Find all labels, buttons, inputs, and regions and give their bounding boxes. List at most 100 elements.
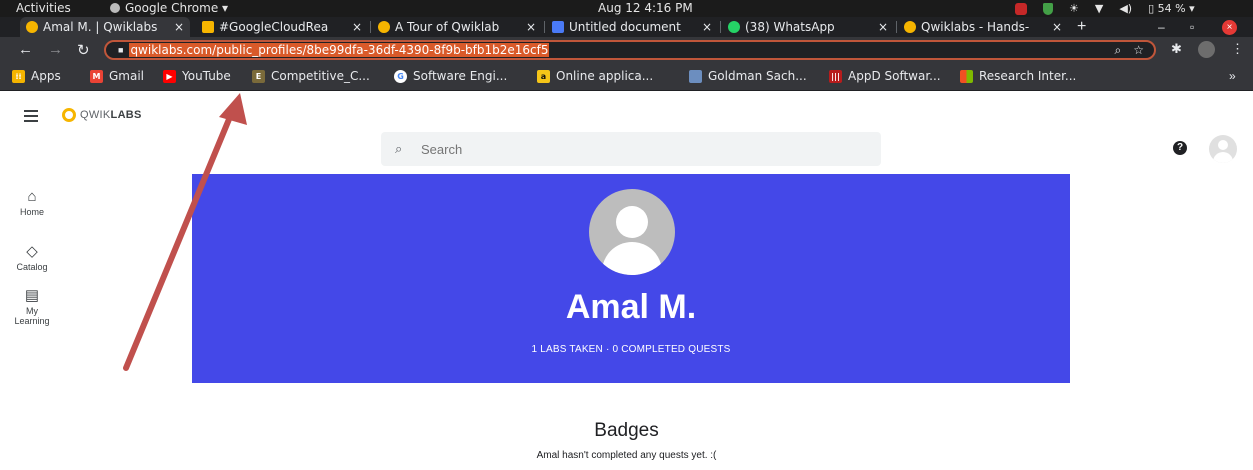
rail-item-catalog[interactable]: ◇ Catalog [0, 242, 64, 272]
lock-icon[interactable]: ■ [118, 45, 123, 55]
bookmark-online-applications[interactable]: a Online applica... [537, 69, 653, 83]
tab-separator [720, 21, 721, 33]
bookmark-label: Software Engi... [413, 69, 508, 83]
navigation-bar: ← → ↻ ■ qwiklabs.com/public_profiles/8be… [0, 37, 1253, 63]
bookmark-appd-software[interactable]: ||| AppD Softwar... [829, 69, 941, 83]
bookmark-research-internship[interactable]: Research Inter... [960, 69, 1076, 83]
search-icon: ⌕ [395, 141, 403, 156]
close-icon[interactable]: × [526, 20, 536, 34]
badges-heading: Badges [594, 420, 659, 441]
close-window-button[interactable]: × [1222, 20, 1237, 35]
tab-separator [370, 21, 371, 33]
profile-avatar[interactable] [1198, 41, 1215, 58]
bookmark-label: Research Inter... [979, 69, 1077, 83]
activities-button[interactable]: Activities [16, 1, 71, 15]
extensions-puzzle-icon[interactable]: ✱ [1171, 41, 1182, 57]
tab-strip: Amal M. | Qwiklabs × #GoogleCloudRea × A… [0, 17, 1253, 37]
qwiklabs-icon [26, 21, 38, 33]
bookmark-label: Online applica... [556, 69, 654, 83]
tab-tour-of-qwiklabs[interactable]: A Tour of Qwiklab × [372, 17, 542, 37]
profile-avatar [589, 189, 675, 275]
tab-title: Untitled document [569, 20, 681, 34]
wifi-icon: ▼ [1094, 2, 1104, 15]
bookmark-competitive[interactable]: E Competitive_C... [252, 69, 370, 83]
minimize-window-button[interactable]: – [1158, 17, 1165, 37]
my-learning-icon: ▤ [24, 287, 40, 304]
bookmark-youtube[interactable]: ▶ YouTube [163, 69, 231, 83]
help-icon[interactable]: ? [1173, 141, 1187, 155]
qwiklabs-logo-mark-icon [62, 108, 76, 122]
tab-qwiklabs-hands-on[interactable]: Qwiklabs - Hands- × [898, 17, 1068, 37]
shield-extension-icon[interactable] [1043, 2, 1053, 15]
system-tray[interactable]: ☀ ▼ ◀) ▯ 54 % ▾ [1015, 2, 1195, 15]
avatar-head [616, 206, 648, 238]
home-icon: ⌂ [27, 188, 37, 205]
bookmark-label: Apps [31, 69, 61, 83]
tab-untitled-document[interactable]: Untitled document × [546, 17, 718, 37]
chrome-menu-icon[interactable]: ⋮ [1231, 41, 1244, 57]
notification-app-icon[interactable] [1015, 2, 1027, 15]
close-icon[interactable]: × [1052, 20, 1062, 34]
google-icon: G [394, 69, 407, 83]
chrome-icon [110, 3, 120, 13]
new-tab-button[interactable]: + [1077, 17, 1086, 37]
bookmark-goldman-sachs[interactable]: Goldman Sach... [689, 69, 807, 83]
bookmark-label: Competitive_C... [271, 69, 370, 83]
address-bar[interactable]: ■ qwiklabs.com/public_profiles/8be99dfa-… [104, 40, 1156, 60]
microsoft-icon [960, 69, 973, 83]
forward-arrow-icon[interactable]: → [48, 41, 63, 58]
tab-googlecloudrea[interactable]: #GoogleCloudRea × [196, 17, 368, 37]
bookmark-apps[interactable]: ⁞⁞ Apps [12, 69, 61, 83]
clock[interactable]: Aug 12 4:16 PM [598, 1, 693, 15]
close-icon[interactable]: × [174, 20, 184, 34]
bookmark-label: Goldman Sach... [708, 69, 807, 83]
close-icon[interactable]: × [702, 20, 712, 34]
back-arrow-icon[interactable]: ← [18, 41, 33, 58]
profile-name: Amal M. [565, 288, 697, 326]
avatar-body [1213, 152, 1233, 163]
doc-icon [689, 69, 702, 83]
bookmark-gmail[interactable]: M Gmail [90, 69, 144, 83]
rail-item-label: Catalog [16, 262, 48, 272]
site-search-box[interactable]: ⌕ [381, 132, 881, 166]
search-input[interactable] [421, 140, 841, 158]
screen: Activities Google Chrome ▾ Aug 12 4:16 P… [0, 0, 1253, 470]
bookmark-label: YouTube [182, 69, 231, 83]
bookmark-software-engineer[interactable]: G Software Engi... [394, 69, 507, 83]
apps-grid-icon: ⁞⁞ [12, 69, 25, 83]
tab-title: #GoogleCloudRea [219, 20, 329, 34]
bookmark-icon: E [252, 69, 265, 83]
bookmark-star-icon[interactable]: ☆ [1133, 42, 1144, 58]
gmail-icon: M [90, 69, 103, 83]
rail-item-label: My Learning [14, 306, 50, 326]
close-icon[interactable]: × [352, 20, 362, 34]
account-avatar[interactable] [1209, 135, 1237, 163]
address-url[interactable]: qwiklabs.com/public_profiles/8be99dfa-36… [129, 43, 550, 57]
zoom-icon[interactable]: ⌕ [1115, 42, 1122, 58]
os-top-bar: Activities Google Chrome ▾ Aug 12 4:16 P… [0, 0, 1253, 17]
bookmark-label: AppD Softwar... [848, 69, 941, 83]
tab-whatsapp[interactable]: (38) WhatsApp × [722, 17, 894, 37]
hamburger-menu-icon[interactable] [24, 110, 38, 124]
rail-item-my-learning[interactable]: ▤ My Learning [0, 286, 64, 326]
badges-empty-message: Amal hasn't completed any quests yet. :( [536, 450, 717, 461]
battery-label: 54 % ▾ [1157, 2, 1195, 15]
tab-title: A Tour of Qwiklab [395, 20, 500, 34]
restore-window-button[interactable]: ▫ [1190, 17, 1194, 37]
tab-amal-qwiklabs[interactable]: Amal M. | Qwiklabs × [20, 17, 190, 37]
tab-title: (38) WhatsApp [745, 20, 835, 34]
bookmarks-bar: ⁞⁞ Apps M Gmail ▶ YouTube E Competitive_… [0, 63, 1253, 91]
qwiklabs-logo[interactable]: QWIKLABS [62, 108, 142, 122]
tab-separator [896, 21, 897, 33]
app-menu[interactable]: Google Chrome ▾ [110, 1, 228, 15]
reload-icon[interactable]: ↻ [77, 41, 90, 59]
more-bookmarks-chevron-icon[interactable]: » [1229, 69, 1236, 83]
battery-status[interactable]: ▯ 54 % ▾ [1148, 2, 1195, 15]
battery-icon: ▯ [1148, 2, 1155, 15]
rail-item-home[interactable]: ⌂ Home [0, 188, 64, 217]
google-sheets-icon [202, 21, 214, 33]
close-icon[interactable]: × [878, 20, 888, 34]
logo-suffix: LABS [110, 109, 142, 121]
cisco-icon: ||| [829, 69, 842, 83]
qwiklabs-icon [378, 21, 390, 33]
